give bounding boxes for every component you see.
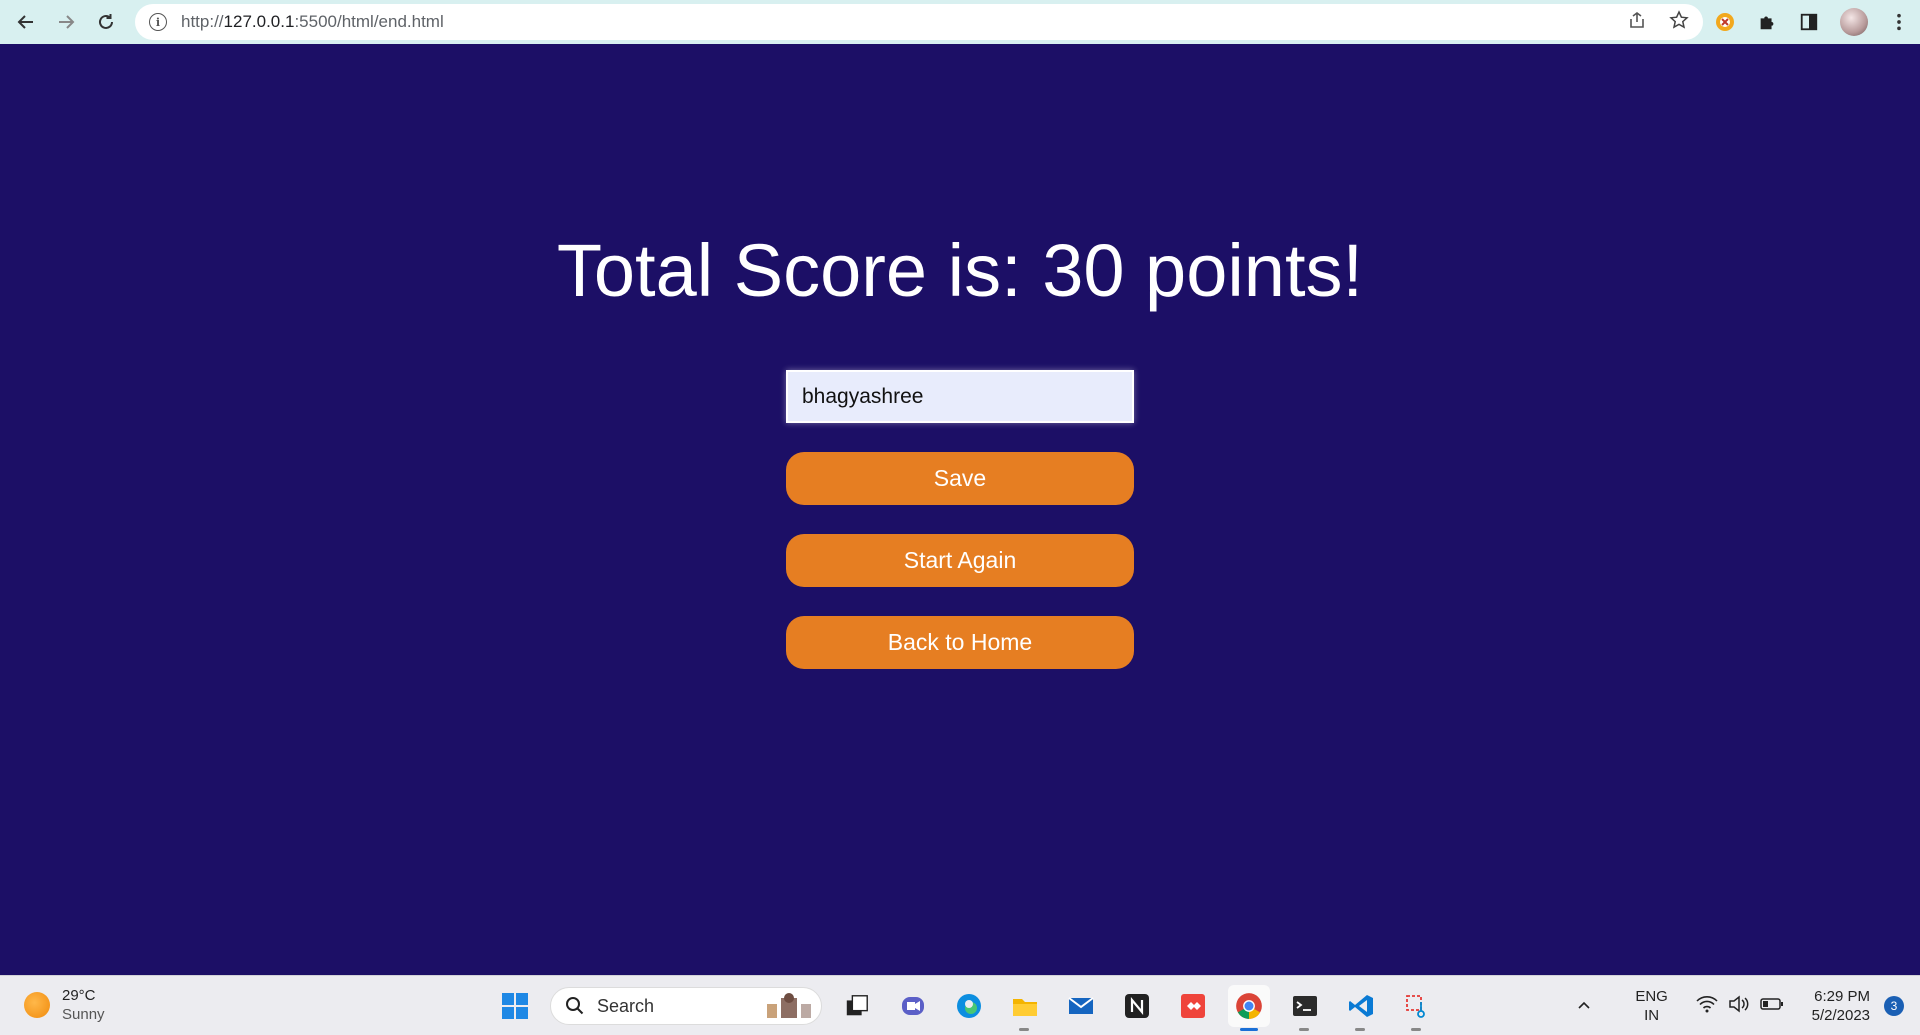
share-icon[interactable] xyxy=(1627,10,1647,35)
chrome-icon[interactable] xyxy=(1228,985,1270,1031)
language-indicator[interactable]: ENG IN xyxy=(1622,987,1682,1025)
start-button[interactable] xyxy=(494,985,536,1027)
start-again-button[interactable]: Start Again xyxy=(786,534,1134,587)
page-title: Total Score is: 30 points! xyxy=(556,229,1364,312)
back-icon[interactable] xyxy=(6,2,46,42)
profile-avatar[interactable] xyxy=(1840,8,1868,36)
reload-icon[interactable] xyxy=(86,2,126,42)
terminal-icon[interactable] xyxy=(1284,985,1326,1031)
taskbar-search[interactable]: Search xyxy=(550,987,822,1025)
extension-icon[interactable] xyxy=(1714,11,1736,33)
battery-icon[interactable] xyxy=(1759,997,1784,1016)
username-input[interactable] xyxy=(786,370,1134,423)
vscode-icon[interactable] xyxy=(1340,985,1382,1031)
bookmark-star-icon[interactable] xyxy=(1669,9,1689,35)
forward-icon[interactable] xyxy=(46,2,86,42)
file-explorer-icon[interactable] xyxy=(1004,985,1046,1031)
side-panel-icon[interactable] xyxy=(1798,11,1820,33)
volume-icon[interactable] xyxy=(1728,994,1750,1018)
snipping-tool-icon[interactable] xyxy=(1396,985,1438,1031)
browser-toolbar: i http://127.0.0.1:5500/html/end.html xyxy=(0,0,1920,44)
notion-icon[interactable] xyxy=(1116,985,1158,1027)
back-to-home-button[interactable]: Back to Home xyxy=(786,616,1134,669)
sun-icon xyxy=(24,992,50,1018)
puzzle-extensions-icon[interactable] xyxy=(1756,11,1778,33)
site-info-icon[interactable]: i xyxy=(149,13,167,31)
teams-chat-icon[interactable] xyxy=(892,985,934,1027)
task-view-icon[interactable] xyxy=(836,985,878,1027)
save-button[interactable]: Save xyxy=(786,452,1134,505)
anydesk-icon[interactable] xyxy=(1172,985,1214,1027)
url-text: http://127.0.0.1:5500/html/end.html xyxy=(181,12,444,31)
save-score-form: Save Start Again Back to Home xyxy=(786,370,1134,669)
edge-browser-icon[interactable] xyxy=(948,985,990,1027)
address-bar[interactable]: i http://127.0.0.1:5500/html/end.html xyxy=(135,4,1703,40)
search-icon xyxy=(566,997,584,1015)
notification-badge[interactable]: 3 xyxy=(1884,996,1904,1016)
mail-icon[interactable] xyxy=(1060,985,1102,1027)
taskbar: 29°C Sunny Search ENG IN 6:29 PM 5/2/202… xyxy=(0,975,1920,1035)
weather-widget[interactable]: 29°C Sunny xyxy=(24,986,105,1024)
chevron-up-icon[interactable] xyxy=(1564,998,1604,1014)
weather-temp: 29°C xyxy=(62,987,96,1004)
weather-desc: Sunny xyxy=(62,1006,105,1023)
wifi-icon[interactable] xyxy=(1696,995,1718,1018)
kebab-menu-icon[interactable] xyxy=(1888,11,1910,33)
search-highlight-icon xyxy=(763,992,813,1020)
search-label: Search xyxy=(597,995,655,1016)
clock[interactable]: 6:29 PM 5/2/2023 xyxy=(1812,987,1870,1025)
